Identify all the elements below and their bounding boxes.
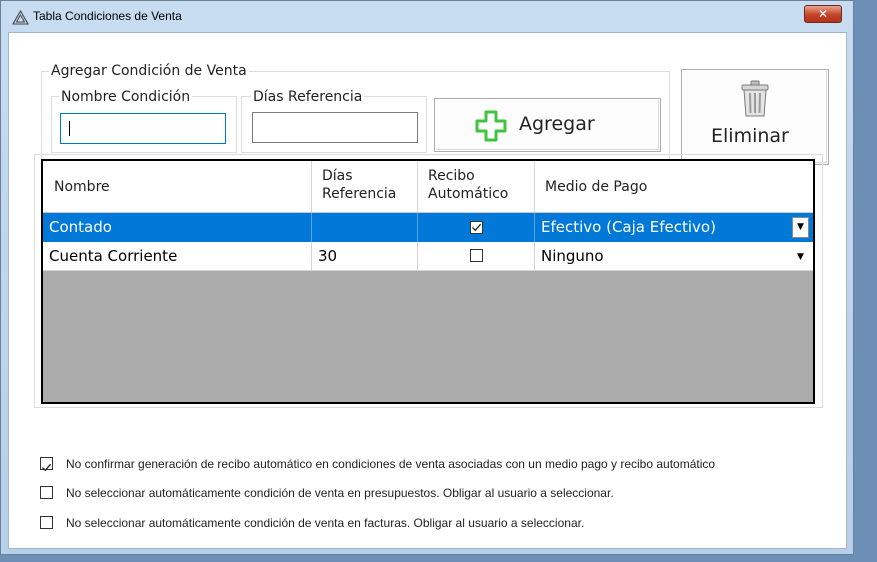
option-checkbox[interactable] xyxy=(40,457,53,472)
column-header-dias-line2: Referencia xyxy=(322,186,397,202)
column-header-medio-pago[interactable]: Medio de Pago xyxy=(535,161,813,212)
cell-nombre[interactable]: Contado xyxy=(43,213,312,242)
column-header-recibo-line1: Recibo xyxy=(428,168,475,184)
column-header-recibo[interactable]: Recibo Automático xyxy=(418,161,535,212)
recibo-automatico-checkbox[interactable] xyxy=(470,221,483,234)
name-field-label: Nombre Condición xyxy=(59,89,193,105)
add-button-label: Agregar xyxy=(519,113,595,135)
column-header-dias-line1: Días xyxy=(322,168,353,184)
option-no-autoselect-invoices[interactable]: No seleccionar automáticamente condición… xyxy=(40,515,740,531)
option-no-confirm-receipt[interactable]: No confirmar generación de recibo automá… xyxy=(40,456,820,472)
checkmark-icon xyxy=(472,223,482,232)
delete-button-label: Eliminar xyxy=(711,125,789,147)
cell-nombre-text: Contado xyxy=(49,218,112,236)
dialog-window: Tabla Condiciones de Venta ✕ Agregar Con… xyxy=(0,0,854,555)
medio-pago-dropdown-button[interactable]: ▼ xyxy=(792,217,809,238)
recibo-automatico-checkbox[interactable] xyxy=(470,249,483,262)
column-header-dias[interactable]: Días Referencia xyxy=(312,161,418,212)
text-caret xyxy=(69,121,70,136)
cell-nombre-text: Cuenta Corriente xyxy=(49,247,178,265)
window-title: Tabla Condiciones de Venta xyxy=(33,9,182,23)
table-row[interactable]: Cuenta Corriente 30 Ninguno ▼ xyxy=(43,242,813,271)
cell-recibo xyxy=(418,213,535,242)
delete-button[interactable]: Eliminar xyxy=(681,69,829,165)
chevron-down-icon[interactable]: ▼ xyxy=(797,243,804,271)
checkmark-icon xyxy=(42,463,52,472)
cell-medio-pago-text: Efectivo (Caja Efectivo) xyxy=(541,218,716,236)
cell-dias[interactable]: 30 xyxy=(312,242,418,271)
option-checkbox[interactable] xyxy=(40,486,53,499)
plus-icon xyxy=(475,110,507,142)
conditions-grid[interactable]: Nombre Días Referencia Recibo Automático… xyxy=(41,159,815,404)
cell-medio-pago-text: Ninguno xyxy=(541,247,604,265)
cell-medio-pago[interactable]: Efectivo (Caja Efectivo) ▼ xyxy=(535,213,813,242)
cell-dias-text: 30 xyxy=(318,247,338,265)
column-header-nombre[interactable]: Nombre xyxy=(43,161,312,212)
column-header-recibo-line2: Automático xyxy=(428,186,509,202)
trash-can-icon xyxy=(741,80,769,117)
reference-days-input[interactable] xyxy=(252,112,418,143)
option-label: No confirmar generación de recibo automá… xyxy=(66,457,716,471)
days-field-label: Días Referencia xyxy=(251,89,365,105)
column-header-nombre-text: Nombre xyxy=(54,179,110,195)
add-condition-group-title: Agregar Condición de Venta xyxy=(49,63,249,79)
title-bar[interactable]: Tabla Condiciones de Venta ✕ xyxy=(1,1,853,31)
chevron-down-icon: ▼ xyxy=(797,222,804,232)
option-label: No seleccionar automáticamente condición… xyxy=(66,486,614,500)
cell-medio-pago[interactable]: Ninguno ▼ xyxy=(535,242,813,271)
table-row[interactable]: Contado Efectivo (Caja Efectivo) ▼ xyxy=(43,213,813,242)
option-no-autoselect-budgets[interactable]: No seleccionar automáticamente condición… xyxy=(40,485,740,501)
dialog-client-area: Agregar Condición de Venta Nombre Condic… xyxy=(8,32,847,549)
condition-name-input[interactable] xyxy=(60,113,226,144)
column-header-medio-pago-text: Medio de Pago xyxy=(545,179,648,195)
cell-recibo xyxy=(418,242,535,271)
option-checkbox[interactable] xyxy=(40,516,53,529)
option-label: No seleccionar automáticamente condición… xyxy=(66,516,585,530)
triangle-app-icon xyxy=(12,10,29,25)
grid-empty-area xyxy=(43,271,813,402)
add-button[interactable]: Agregar xyxy=(434,98,661,152)
cell-dias[interactable] xyxy=(312,213,418,242)
cell-nombre[interactable]: Cuenta Corriente xyxy=(43,242,312,271)
close-button[interactable]: ✕ xyxy=(804,5,842,23)
grid-header: Nombre Días Referencia Recibo Automático… xyxy=(43,161,813,213)
close-icon: ✕ xyxy=(817,7,829,21)
